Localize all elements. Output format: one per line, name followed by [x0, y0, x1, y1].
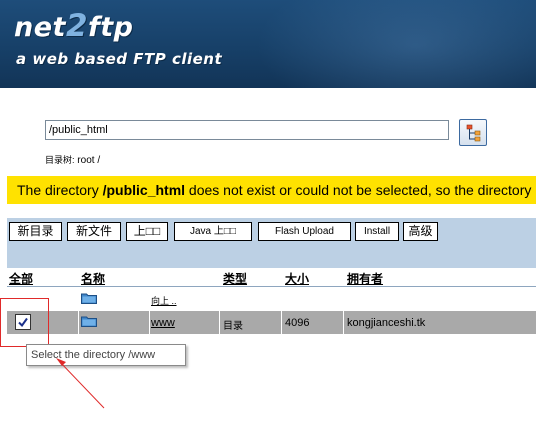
annotation-arrow — [56, 358, 105, 409]
net2ftp-page: net2ftp a web based FTP client /public_h… — [0, 0, 536, 433]
